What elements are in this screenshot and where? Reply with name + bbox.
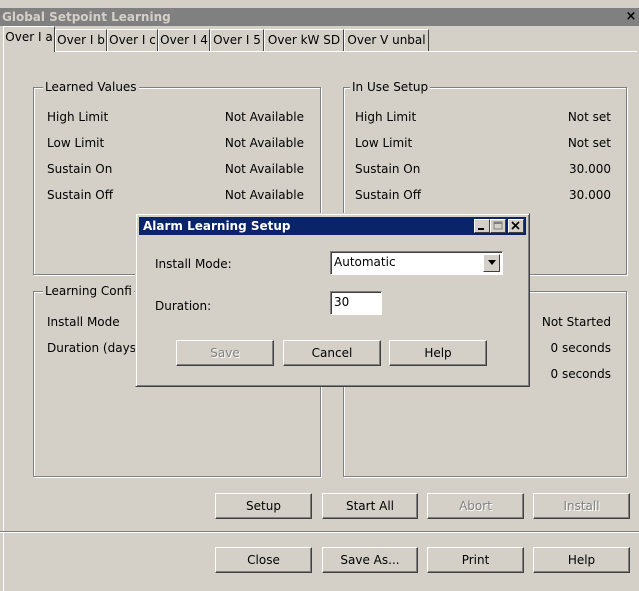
install-button[interactable]: Install — [533, 493, 630, 519]
learned-low-limit-value: Not Available — [224, 136, 304, 150]
dialog-help-button[interactable]: Help — [389, 340, 487, 366]
learned-sustain-on-value: Not Available — [224, 162, 304, 176]
alarm-learning-setup-dialog: Alarm Learning Setup Install Mode: Autom… — [135, 213, 530, 387]
learned-sustain-on-label: Sustain On — [47, 162, 113, 176]
window-close-icon[interactable]: × — [623, 8, 639, 26]
inuse-sustain-on-label: Sustain On — [355, 162, 421, 176]
close-button[interactable]: Close — [215, 547, 312, 573]
tab-over-ib[interactable]: Over I b — [55, 29, 107, 51]
print-button[interactable]: Print — [427, 547, 524, 573]
tab-over-i5[interactable]: Over I 5 — [210, 29, 264, 51]
install-mode-selected: Automatic — [334, 255, 396, 269]
tab-over-ic[interactable]: Over I c — [107, 29, 158, 51]
install-mode-select[interactable]: Automatic — [330, 251, 503, 275]
inuse-low-limit-label: Low Limit — [355, 136, 413, 150]
inuse-low-limit-value: Not set — [567, 136, 611, 150]
chevron-down-icon[interactable] — [483, 254, 500, 272]
learned-high-limit-value: Not Available — [224, 110, 304, 124]
learned-sustain-off-label: Sustain Off — [47, 188, 113, 202]
window-title: Global Setpoint Learning — [0, 8, 639, 26]
duration-input[interactable]: 30 — [330, 291, 382, 315]
dialog-close-icon[interactable] — [508, 219, 524, 233]
dialog-titlebar: Alarm Learning Setup — [139, 217, 526, 235]
help-button[interactable]: Help — [533, 547, 630, 573]
tab-over-kw-sd[interactable]: Over kW SD — [264, 29, 344, 51]
inuse-sustain-off-label: Sustain Off — [355, 188, 421, 202]
learned-high-limit-label: High Limit — [47, 110, 109, 124]
duration-days-label: Duration (days — [47, 341, 136, 355]
abort-button[interactable]: Abort — [427, 493, 524, 519]
in-use-setup-title: In Use Setup — [350, 80, 431, 94]
minimize-icon[interactable] — [474, 219, 490, 233]
dialog-save-button[interactable]: Save — [176, 340, 274, 366]
dialog-install-mode-label: Install Mode: — [155, 257, 232, 271]
maximize-icon[interactable] — [490, 219, 506, 233]
setup-button[interactable]: Setup — [215, 493, 312, 519]
learning-config-title: Learning Confi — [43, 284, 134, 298]
tab-over-i4[interactable]: Over I 4 — [158, 29, 210, 51]
start-all-button[interactable]: Start All — [322, 493, 418, 519]
inuse-high-limit-label: High Limit — [355, 110, 417, 124]
dialog-duration-label: Duration: — [155, 299, 212, 313]
inuse-high-limit-value: Not set — [567, 110, 611, 124]
save-as-button[interactable]: Save As... — [322, 547, 418, 573]
tab-over-ia[interactable]: Over I a — [3, 26, 55, 52]
learned-low-limit-label: Low Limit — [47, 136, 105, 150]
footer-separator — [0, 531, 639, 533]
dialog-title: Alarm Learning Setup — [143, 219, 291, 233]
inuse-sustain-on-value: 30.000 — [569, 162, 611, 176]
install-mode-label: Install Mode — [47, 315, 120, 329]
tab-over-v-unbal[interactable]: Over V unbal — [344, 29, 429, 51]
learned-values-title: Learned Values — [43, 80, 139, 94]
learned-sustain-off-value: Not Available — [224, 188, 304, 202]
inuse-sustain-off-value: 30.000 — [569, 188, 611, 202]
dialog-cancel-button[interactable]: Cancel — [283, 340, 381, 366]
